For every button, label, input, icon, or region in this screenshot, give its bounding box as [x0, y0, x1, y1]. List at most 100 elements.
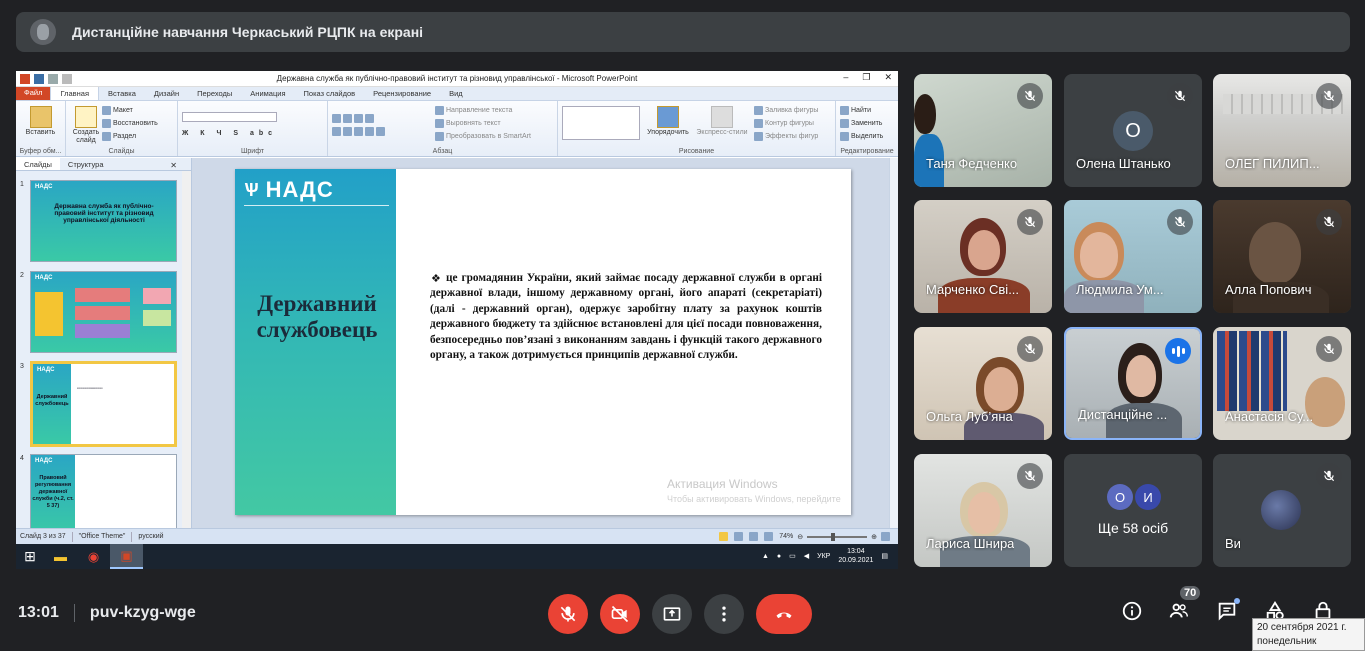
tray-arrow-icon[interactable]: ▲	[762, 553, 769, 560]
paste-icon[interactable]	[29, 106, 52, 128]
participant-tile[interactable]: Ольга Луб’яна	[914, 327, 1052, 440]
microphone-toggle-button[interactable]	[548, 594, 588, 634]
tab-design[interactable]: Дизайн	[145, 87, 188, 100]
tab-transitions[interactable]: Переходы	[188, 87, 241, 100]
new-slide-icon[interactable]	[75, 106, 97, 128]
reading-view-icon[interactable]	[749, 532, 759, 541]
current-slide[interactable]: Ѱ НАДС Державний службовець ❖ це громадя…	[235, 169, 851, 515]
windows-start-icon[interactable]: ⊞	[16, 544, 44, 569]
arrange-icon[interactable]	[657, 106, 679, 128]
keyboard-language[interactable]: УКР	[817, 553, 830, 560]
replace-button[interactable]: Заменить	[840, 117, 894, 130]
find-button[interactable]: Найти	[840, 104, 894, 117]
select-button[interactable]: Выделить	[840, 130, 894, 143]
more-participants-tile[interactable]: О И Ще 58 осіб	[1064, 454, 1202, 567]
layout-button[interactable]: Макет	[102, 104, 158, 117]
zoom-level[interactable]: 74%	[779, 533, 793, 540]
tooltip-date: 20 сентября 2021 г.	[1257, 622, 1347, 633]
network-icon[interactable]: ▭	[789, 552, 796, 560]
font-name-input[interactable]	[182, 112, 277, 122]
paste-button[interactable]: Вставить	[20, 129, 61, 136]
shapes-gallery[interactable]	[562, 106, 640, 140]
close-icon[interactable]: ✕	[884, 72, 892, 83]
participant-tile[interactable]: ОЛЕГ ПИЛИП...	[1213, 74, 1351, 187]
file-explorer-icon[interactable]: ▬	[44, 544, 77, 569]
ppt-window-title: Державна служба як публічно-правовий інс…	[276, 74, 638, 83]
tab-slides[interactable]: Слайды	[16, 158, 60, 170]
participant-name: Марченко Сві...	[926, 282, 1020, 297]
participant-tile[interactable]: Таня Федченко	[914, 74, 1052, 187]
align-buttons[interactable]	[332, 125, 427, 138]
camera-toggle-button[interactable]	[600, 594, 640, 634]
paragraph-group-label: Абзац	[432, 148, 453, 155]
participant-tile-active-speaker[interactable]: Дистанційне ...	[1064, 327, 1202, 440]
powerpoint-taskbar-icon[interactable]: ▣	[110, 544, 143, 569]
tab-animation[interactable]: Анимация	[241, 87, 294, 100]
chat-button[interactable]	[1216, 600, 1238, 627]
quick-styles-button[interactable]: Экспресс-стили	[696, 129, 748, 136]
meeting-details-button[interactable]	[1121, 600, 1143, 627]
arrange-button[interactable]: Упорядочить	[646, 129, 690, 136]
self-tile[interactable]: Ви	[1213, 454, 1351, 567]
language-indicator[interactable]: русский	[138, 533, 163, 540]
participant-tile[interactable]: Анастасія Су...	[1213, 327, 1351, 440]
slide-thumbnail-2[interactable]: НАДС	[30, 271, 177, 353]
restore-icon[interactable]: ❐	[862, 72, 870, 83]
text-direction-button[interactable]: Направление текста	[435, 104, 531, 117]
participant-tile[interactable]: Марченко Сві...	[914, 200, 1052, 313]
slides-scrollbar[interactable]	[182, 171, 191, 528]
align-text-button[interactable]: Выровнять текст	[435, 117, 531, 130]
tab-outline[interactable]: Структура	[60, 158, 112, 170]
section-button[interactable]: Раздел	[102, 130, 158, 143]
slideshow-view-icon[interactable]	[764, 532, 774, 541]
slide-thumbnail-3[interactable]: НАДС Державний службовець ▪▪▪▪▪▪▪▪▪▪▪▪▪▪…	[30, 361, 177, 447]
taskbar-clock[interactable]: 13:04 20.09.2021	[838, 547, 873, 565]
smartart-button[interactable]: Преобразовать в SmartArt	[435, 130, 531, 143]
slide-thumbnail-1[interactable]: НАДС Державна служба як публічно-правови…	[30, 180, 177, 262]
muted-mic-icon	[1167, 209, 1193, 235]
ppt-ribbon-tabs: Файл Главная Вставка Дизайн Переходы Ани…	[16, 86, 898, 101]
minimize-icon[interactable]: –	[843, 72, 848, 83]
clipboard-group-label: Буфер обм...	[19, 148, 62, 155]
muted-mic-icon	[1017, 336, 1043, 362]
chrome-icon[interactable]: ◉	[77, 544, 110, 569]
shape-effects-button[interactable]: Эффекты фигур	[754, 130, 818, 143]
zoom-in-icon[interactable]: ⊕	[871, 533, 877, 541]
fit-slide-icon[interactable]	[881, 532, 890, 541]
participant-name: Лариса Шнира	[926, 536, 1015, 551]
zoom-slider[interactable]	[807, 532, 868, 541]
shape-outline-button[interactable]: Контур фигуры	[754, 117, 818, 130]
zoom-out-icon[interactable]: ⊖	[797, 533, 803, 541]
quick-styles-icon[interactable]	[711, 106, 733, 128]
font-format-buttons[interactable]: Ж К Ч S abc	[182, 127, 323, 140]
participant-tile[interactable]: Лариса Шнира	[914, 454, 1052, 567]
normal-view-icon[interactable]	[719, 532, 729, 541]
people-button[interactable]	[1168, 600, 1190, 627]
leave-call-button[interactable]	[756, 594, 812, 634]
participant-tile[interactable]: О Олена Штанько	[1064, 74, 1202, 187]
sorter-view-icon[interactable]	[734, 532, 744, 541]
meeting-code[interactable]: puv-kzyg-wge	[90, 604, 196, 622]
tab-review[interactable]: Рецензирование	[364, 87, 440, 100]
volume-icon[interactable]: ◀	[804, 552, 809, 560]
slide-thumbnail-4[interactable]: НАДС Правовий регулювання державної служ…	[30, 454, 177, 528]
more-options-button[interactable]	[704, 594, 744, 634]
tab-insert[interactable]: Вставка	[99, 87, 145, 100]
tab-slideshow[interactable]: Показ слайдов	[295, 87, 365, 100]
shape-fill-button[interactable]: Заливка фигуры	[754, 104, 818, 117]
activation-watermark-title: Активация Windows	[667, 477, 778, 491]
participant-tile[interactable]: Людмила Ум...	[1064, 200, 1202, 313]
thumb-title: Правовий регулювання державної служби (ч…	[32, 475, 74, 509]
new-slide-button[interactable]: Создать слайд	[70, 129, 102, 145]
slide-scrollbar[interactable]	[889, 158, 898, 528]
mic-tray-icon[interactable]: ●	[777, 553, 781, 560]
drawing-group-label: Рисование	[678, 148, 715, 155]
present-screen-button[interactable]	[652, 594, 692, 634]
participant-tile[interactable]: Алла Попович	[1213, 200, 1351, 313]
tab-view[interactable]: Вид	[440, 87, 472, 100]
tab-home[interactable]: Главная	[50, 86, 99, 100]
list-buttons[interactable]	[332, 112, 427, 125]
reset-button[interactable]: Восстановить	[102, 117, 158, 130]
notifications-icon[interactable]: ▤	[881, 552, 888, 560]
tab-file[interactable]: Файл	[16, 86, 51, 100]
